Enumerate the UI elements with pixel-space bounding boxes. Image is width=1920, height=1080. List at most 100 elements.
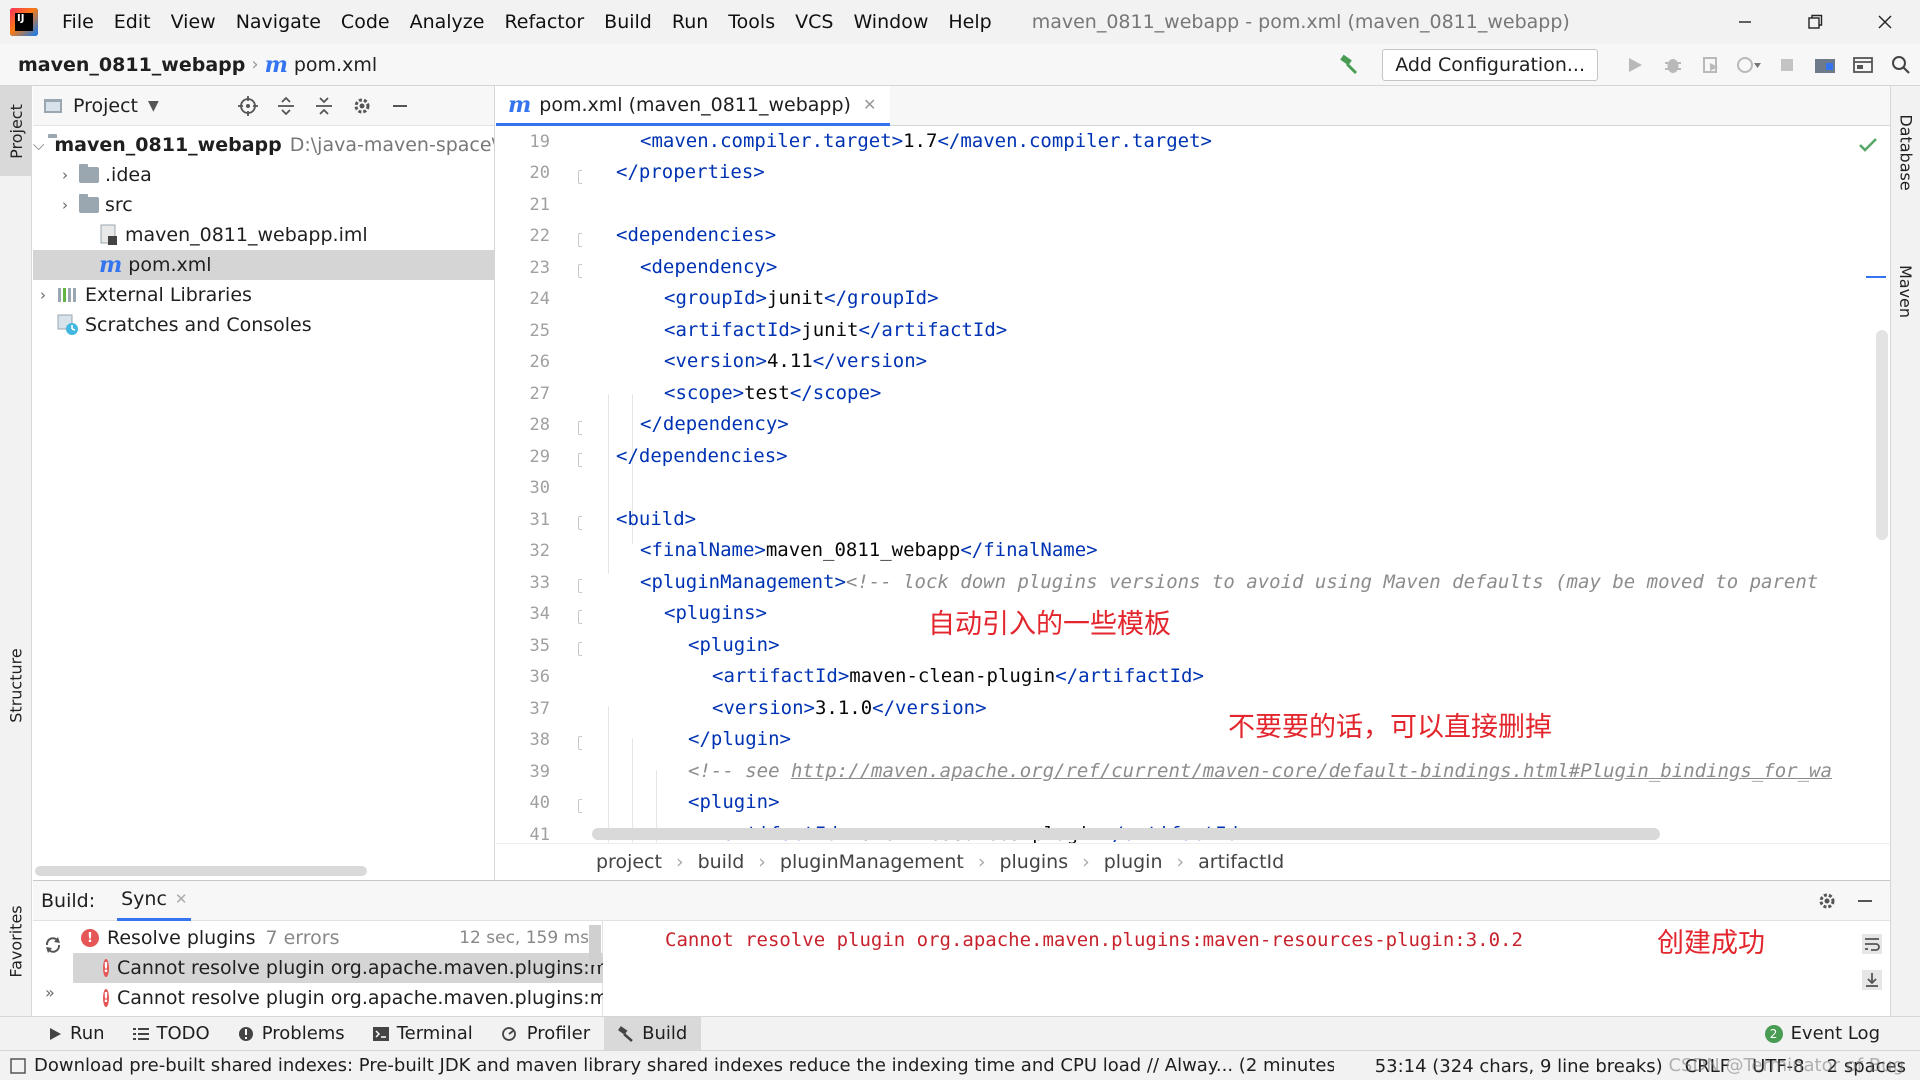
xml-breadcrumb-item[interactable]: pluginManagement — [780, 851, 964, 873]
debug-icon[interactable] — [1654, 44, 1692, 86]
breadcrumb-separator: › — [251, 54, 259, 75]
menu-view[interactable]: View — [161, 0, 226, 44]
menu-tools[interactable]: Tools — [718, 0, 785, 44]
tool-event-log[interactable]: 2 Event Log — [1751, 1017, 1894, 1051]
maven-tool-tab[interactable]: Maven — [1891, 226, 1920, 356]
xml-breadcrumb-item[interactable]: project — [596, 851, 662, 873]
tool-profiler[interactable]: Profiler — [487, 1017, 604, 1051]
tree-item-project-root[interactable]: ⌵ maven_0811_webapp D:\java-maven-space\… — [33, 130, 494, 160]
profile-icon[interactable] — [1730, 44, 1768, 86]
hide-panel-icon[interactable] — [381, 86, 419, 126]
gear-icon[interactable] — [1808, 881, 1846, 921]
problems-icon — [238, 1026, 253, 1041]
maven-file-icon: m — [99, 252, 123, 278]
menu-bar: File Edit View Navigate Code Analyze Ref… — [52, 0, 1002, 44]
menu-window[interactable]: Window — [843, 0, 938, 44]
tree-item-scratches[interactable]: Scratches and Consoles — [33, 310, 494, 340]
expand-more-icon[interactable]: » — [45, 983, 55, 1002]
documentation-link[interactable]: http://maven.apache.org/ref/current/mave… — [791, 760, 1832, 782]
tool-todo[interactable]: TODO — [119, 1017, 224, 1051]
tree-item-src[interactable]: › src — [33, 190, 494, 220]
breadcrumb-file[interactable]: pom.xml — [294, 54, 377, 76]
tree-item-external-libraries[interactable]: › External Libraries — [33, 280, 494, 310]
build-row-resolve-plugins[interactable]: ! Resolve plugins 7 errors 12 sec, 159 m… — [73, 923, 603, 953]
tool-problems[interactable]: Problems — [224, 1017, 359, 1051]
build-row-error[interactable]: ! Cannot resolve plugin org.apache.maven… — [73, 983, 603, 1013]
run-icon[interactable] — [1616, 44, 1654, 86]
tool-terminal[interactable]: Terminal — [359, 1017, 487, 1051]
editor-tab-pom[interactable]: m pom.xml (maven_0811_webapp) ✕ — [496, 86, 891, 126]
sync-icon[interactable] — [43, 935, 63, 955]
menu-refactor[interactable]: Refactor — [494, 0, 594, 44]
chevron-right-icon[interactable]: › — [55, 196, 75, 214]
error-stripe-marker[interactable] — [1866, 276, 1886, 278]
project-horizontal-scrollbar[interactable] — [35, 866, 367, 876]
build-output-console[interactable]: Cannot resolve plugin org.apache.maven.p… — [615, 921, 1855, 1017]
xml-breadcrumb-item[interactable]: plugins — [999, 851, 1068, 873]
tool-build[interactable]: Build — [604, 1016, 702, 1051]
status-message[interactable]: Download pre-built shared indexes: Pre-b… — [34, 1055, 1334, 1076]
project-structure-icon[interactable] — [1806, 44, 1844, 86]
close-tab-icon[interactable]: ✕ — [863, 95, 876, 114]
menu-edit[interactable]: Edit — [104, 0, 161, 44]
tree-item-pom[interactable]: m pom.xml — [33, 250, 494, 280]
project-tool-tab[interactable]: Project — [0, 86, 32, 176]
build-output-message: Cannot resolve plugin org.apache.maven.p… — [665, 929, 1523, 951]
locate-icon[interactable] — [229, 86, 267, 126]
structure-tool-tab[interactable]: Structure — [0, 630, 32, 740]
database-tool-tab[interactable]: Database — [1891, 92, 1920, 212]
minimize-icon — [1739, 21, 1751, 23]
menu-build[interactable]: Build — [594, 0, 662, 44]
chevron-right-icon[interactable]: › — [33, 286, 53, 304]
close-tab-icon[interactable]: ✕ — [175, 890, 188, 908]
tree-item-idea[interactable]: › .idea — [33, 160, 494, 190]
no-problems-check-icon[interactable] — [1858, 136, 1878, 154]
tool-run[interactable]: Run — [34, 1017, 119, 1051]
menu-vcs[interactable]: VCS — [785, 0, 843, 44]
collapse-all-icon[interactable] — [305, 86, 343, 126]
menu-navigate[interactable]: Navigate — [226, 0, 331, 44]
bottom-tool-bar: Run TODO Problems Terminal Profiler Buil… — [0, 1016, 1920, 1051]
expand-all-icon[interactable] — [267, 86, 305, 126]
menu-analyze[interactable]: Analyze — [400, 0, 495, 44]
gear-icon[interactable] — [343, 86, 381, 126]
breadcrumb-project[interactable]: maven_0811_webapp — [18, 54, 245, 76]
add-configuration-button[interactable]: Add Configuration... — [1382, 49, 1598, 81]
build-tab-sync[interactable]: Sync ✕ — [117, 881, 192, 921]
minimize-button[interactable] — [1710, 0, 1780, 44]
xml-breadcrumb-item[interactable]: artifactId — [1198, 851, 1284, 873]
build-row-label: Cannot resolve plugin org.apache.maven.p… — [116, 957, 603, 979]
project-view-icon — [44, 99, 62, 113]
toggle-layout-icon[interactable] — [1844, 44, 1882, 86]
xml-breadcrumb-item[interactable]: plugin — [1104, 851, 1163, 873]
menu-run[interactable]: Run — [662, 0, 718, 44]
build-row-error[interactable]: ! Cannot resolve plugin org.apache.maven… — [73, 953, 603, 983]
favorites-tool-tab[interactable]: Favorites — [0, 886, 32, 996]
soft-wrap-icon[interactable] — [1861, 933, 1883, 955]
toggle-tool-windows-icon[interactable] — [10, 1057, 26, 1074]
xml-breadcrumb-item[interactable]: build — [698, 851, 745, 873]
menu-code[interactable]: Code — [331, 0, 400, 44]
project-view-title[interactable]: Project — [73, 95, 138, 117]
chevron-down-icon[interactable]: ⌵ — [33, 136, 44, 154]
caret-position[interactable]: 53:14 (324 chars, 9 line breaks) — [1375, 1056, 1663, 1077]
search-icon[interactable] — [1882, 44, 1920, 86]
tree-item-label: Scratches and Consoles — [85, 314, 312, 336]
tree-item-label: pom.xml — [128, 254, 212, 276]
close-button[interactable] — [1850, 0, 1920, 44]
restore-button[interactable] — [1780, 0, 1850, 44]
chevron-right-icon[interactable]: › — [55, 166, 75, 184]
project-view-dropdown-icon[interactable]: ▼ — [148, 98, 159, 114]
stop-icon[interactable] — [1768, 44, 1806, 86]
editor-vertical-scrollbar[interactable] — [1876, 330, 1888, 540]
scroll-to-end-icon[interactable] — [1861, 969, 1883, 991]
line-number: 40 — [529, 793, 550, 813]
editor-horizontal-scrollbar[interactable] — [592, 828, 1660, 840]
tree-item-iml[interactable]: maven_0811_webapp.iml — [33, 220, 494, 250]
build-hammer-icon[interactable] — [1330, 44, 1368, 86]
menu-help[interactable]: Help — [938, 0, 1001, 44]
coverage-icon[interactable] — [1692, 44, 1730, 86]
menu-file[interactable]: File — [52, 0, 104, 44]
build-tree-scrollbar[interactable] — [589, 925, 601, 965]
hide-panel-icon[interactable] — [1846, 881, 1884, 921]
